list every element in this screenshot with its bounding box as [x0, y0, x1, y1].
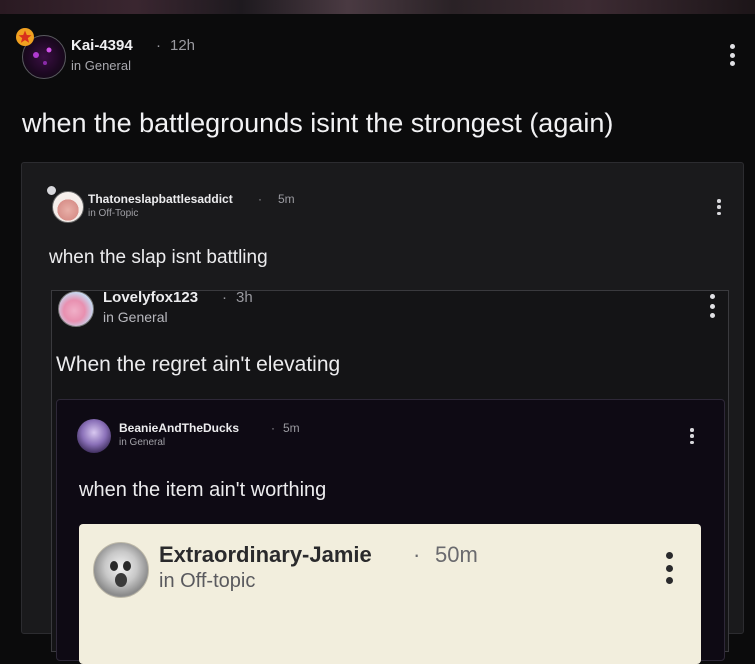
quote-category[interactable]: in General [103, 309, 168, 325]
avatar[interactable] [58, 291, 94, 327]
quote-author[interactable]: Extraordinary-Jamie [159, 542, 372, 568]
status-dot-icon [46, 185, 57, 196]
more-vertical-icon[interactable] [708, 294, 716, 318]
separator-dot: · [156, 37, 161, 54]
header-image-strip [0, 0, 755, 14]
avatar[interactable] [52, 191, 84, 223]
quote-time: 3h [236, 289, 253, 306]
quote-author[interactable]: Thatoneslapbattlesaddict [88, 192, 233, 206]
quote-text: when the item ain't worthing [79, 479, 327, 501]
quoted-post-card[interactable]: Lovelyfox123 · 3h in General When the re… [51, 289, 729, 664]
quoted-post-card[interactable]: Thatoneslapbattlesaddict · 5m in Off-Top… [21, 162, 744, 664]
quote-text: when the slap isnt battling [49, 247, 268, 268]
star-badge-icon [15, 27, 35, 47]
post-title: when the battlegrounds isint the stronge… [22, 108, 614, 138]
quote-time: 50m [435, 542, 478, 567]
separator-dot: · [222, 289, 227, 306]
quoted-post-card[interactable]: Extraordinary-Jamie · 50m in Off-topic [79, 524, 701, 664]
separator-dot: · [413, 542, 421, 567]
separator-dot: · [271, 421, 275, 435]
post-time: 12h [170, 37, 196, 54]
quote-text: When the regret ain't elevating [56, 353, 341, 376]
separator-dot: · [258, 192, 262, 206]
more-vertical-icon[interactable] [716, 199, 722, 215]
quote-category[interactable]: in General [119, 437, 165, 448]
quote-author[interactable]: Lovelyfox123 [103, 289, 198, 306]
quote-category[interactable]: in Off-Topic [88, 208, 138, 219]
post-author[interactable]: Kai-4394 [71, 37, 133, 54]
avatar[interactable] [93, 542, 149, 598]
quote-category[interactable]: in Off-topic [159, 570, 255, 593]
quoted-post-card[interactable]: BeanieAndTheDucks · 5m in General when t… [56, 399, 725, 664]
more-vertical-icon[interactable] [664, 552, 674, 584]
more-vertical-icon[interactable] [728, 44, 736, 66]
quote-time: 5m [283, 421, 300, 435]
quote-author[interactable]: BeanieAndTheDucks [119, 421, 239, 435]
avatar[interactable] [77, 419, 111, 453]
quote-time: 5m [278, 192, 295, 206]
post-category[interactable]: in General [71, 58, 131, 73]
more-vertical-icon[interactable] [689, 428, 695, 444]
